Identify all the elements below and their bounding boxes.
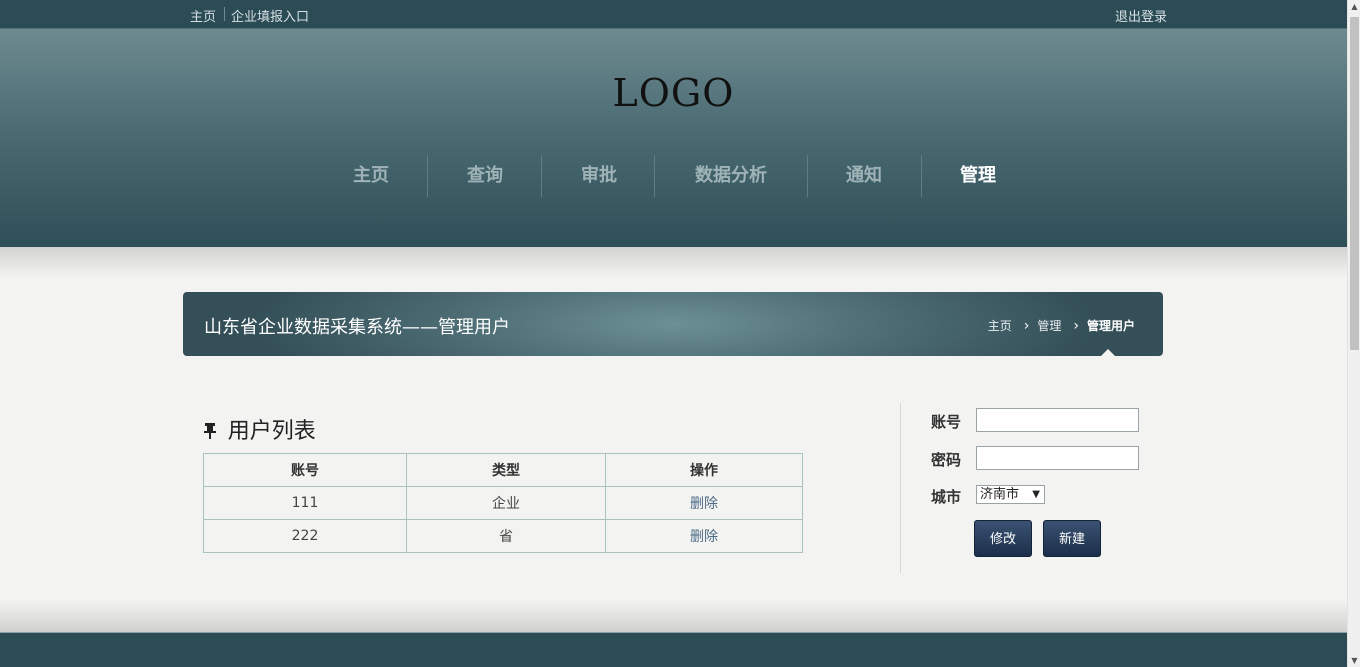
new-button[interactable]: 新建 (1043, 520, 1101, 557)
breadcrumb: 主页 › 管理 › 管理用户 (988, 317, 1135, 334)
top-link-enterprise-entry[interactable]: 企业填报入口 (231, 6, 309, 25)
scroll-up-icon[interactable]: ▲ (1348, 2, 1360, 11)
modify-button[interactable]: 修改 (974, 520, 1032, 557)
scroll-down-icon[interactable]: ▼ (1348, 656, 1360, 665)
scrollbar-thumb[interactable] (1350, 17, 1359, 350)
top-link-home[interactable]: 主页 (190, 6, 216, 25)
password-label: 密码 (931, 451, 962, 469)
top-link-divider (224, 7, 225, 21)
nav-item-manage[interactable]: 管理 (940, 155, 1016, 197)
breadcrumb-manage[interactable]: 管理 (1037, 317, 1061, 334)
nav-item-approval[interactable]: 审批 (561, 155, 637, 197)
nav-divider (541, 155, 542, 197)
account-label: 账号 (931, 413, 962, 431)
footer (0, 632, 1347, 667)
cell-account: 111 (203, 486, 407, 520)
city-select[interactable]: 济南市 ▼ (976, 485, 1045, 504)
cell-account: 222 (203, 519, 407, 553)
cell-type: 省 (406, 519, 606, 553)
nav-divider (807, 155, 808, 197)
page-title: 山东省企业数据采集系统——管理用户 (204, 317, 510, 338)
breadcrumb-home[interactable]: 主页 (988, 317, 1012, 334)
table-row: 111 企业 删除 (203, 486, 803, 520)
user-list-heading: 用户列表 (202, 413, 316, 445)
shadow-band (0, 247, 1347, 277)
column-header-account: 账号 (203, 453, 407, 487)
cell-action: 删除 (605, 486, 803, 520)
nav-divider (921, 155, 922, 197)
header: LOGO 主页 查询 审批 数据分析 通知 管理 (0, 29, 1347, 247)
main-nav: 主页 查询 审批 数据分析 通知 管理 (0, 155, 1347, 197)
pushpin-icon (202, 422, 224, 443)
column-header-type: 类型 (406, 453, 606, 487)
shadow-band-bottom (0, 600, 1347, 632)
account-input[interactable] (976, 408, 1139, 432)
title-banner: 山东省企业数据采集系统——管理用户 主页 › 管理 › 管理用户 (183, 292, 1163, 356)
nav-item-analytics[interactable]: 数据分析 (674, 155, 788, 197)
breadcrumb-current: 管理用户 (1086, 319, 1135, 333)
dropdown-caret-icon: ▼ (1032, 489, 1040, 500)
password-input[interactable] (976, 446, 1139, 470)
table-header-row: 账号 类型 操作 (203, 453, 803, 487)
chevron-right-icon: › (1023, 318, 1030, 334)
nav-divider (427, 155, 428, 197)
delete-link[interactable]: 删除 (690, 529, 718, 545)
cell-type: 企业 (406, 486, 606, 520)
column-header-action: 操作 (605, 453, 803, 487)
delete-link[interactable]: 删除 (690, 496, 718, 512)
city-select-value: 济南市 (980, 487, 1020, 502)
user-table: 账号 类型 操作 111 企业 删除 222 省 删除 (203, 453, 803, 553)
nav-item-query[interactable]: 查询 (447, 155, 523, 197)
top-bar: 主页 企业填报入口 退出登录 (0, 0, 1347, 29)
chevron-right-icon: › (1073, 318, 1079, 334)
page: 主页 企业填报入口 退出登录 LOGO 主页 查询 审批 数据分析 通知 管理 … (0, 0, 1347, 667)
nav-item-home[interactable]: 主页 (333, 155, 409, 197)
nav-item-notice[interactable]: 通知 (826, 155, 902, 197)
cell-action: 删除 (605, 519, 803, 553)
table-row: 222 省 删除 (203, 519, 803, 553)
nav-divider (654, 155, 655, 197)
city-label: 城市 (931, 488, 962, 506)
logout-link[interactable]: 退出登录 (1115, 6, 1167, 25)
banner-notch (1101, 349, 1115, 356)
user-list-title: 用户列表 (227, 419, 316, 444)
vertical-divider (900, 403, 901, 573)
logo[interactable]: LOGO (0, 71, 1347, 115)
vertical-scrollbar[interactable]: ▲ ▼ (1347, 0, 1360, 667)
